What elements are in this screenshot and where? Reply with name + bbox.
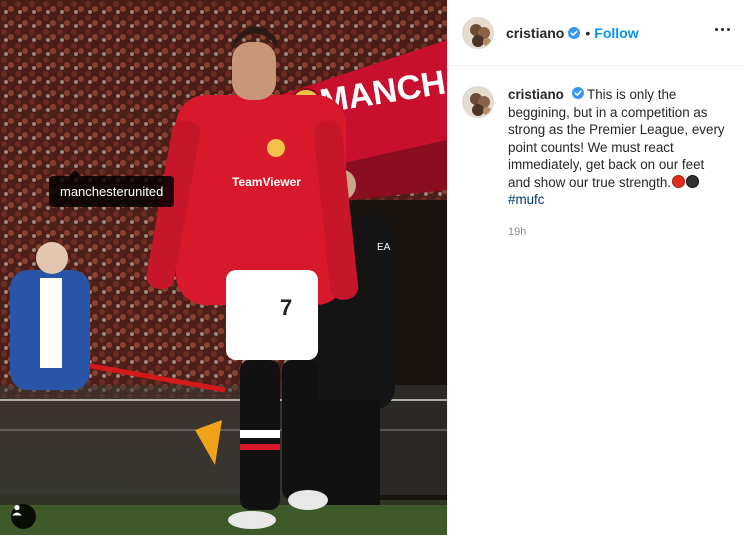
header-separator: •: [585, 24, 591, 41]
more-options-icon[interactable]: [711, 24, 734, 35]
user-tag-pill[interactable]: manchesterunited: [49, 170, 175, 207]
post-header: cristiano • Follow: [448, 0, 743, 66]
caption-username[interactable]: cristiano: [508, 87, 564, 102]
post-timestamp[interactable]: 19h: [508, 224, 730, 242]
shirt-number: 7: [280, 295, 292, 320]
header-username[interactable]: cristiano: [506, 25, 564, 41]
avatar-image: [463, 17, 493, 48]
shirt-sponsor: TeamViewer: [232, 175, 301, 189]
hashtag-link[interactable]: #mufc: [508, 192, 544, 207]
follow-button[interactable]: Follow: [594, 25, 638, 41]
verified-badge-icon: [571, 87, 584, 99]
user-icon: [12, 505, 22, 516]
avatar-image: [463, 87, 493, 117]
sleeve-badge: EA: [377, 242, 391, 253]
photo-illustration: MANCH TeamViewer 7 EA: [0, 0, 447, 535]
caption-body: cristiano This is only the beggining, bu…: [508, 86, 730, 241]
tagged-users-button[interactable]: [11, 504, 36, 529]
black-circle-emoji-icon: [686, 174, 700, 188]
caption-comment: cristiano This is only the beggining, bu…: [462, 86, 732, 241]
red-circle-emoji-icon: [672, 174, 686, 188]
post-photo[interactable]: MANCH TeamViewer 7 EA manchesterunited: [0, 0, 447, 535]
profile-avatar[interactable]: [462, 16, 494, 49]
caption-avatar[interactable]: [462, 86, 494, 118]
verified-badge-icon: [568, 26, 581, 39]
column-divider: [447, 0, 448, 535]
